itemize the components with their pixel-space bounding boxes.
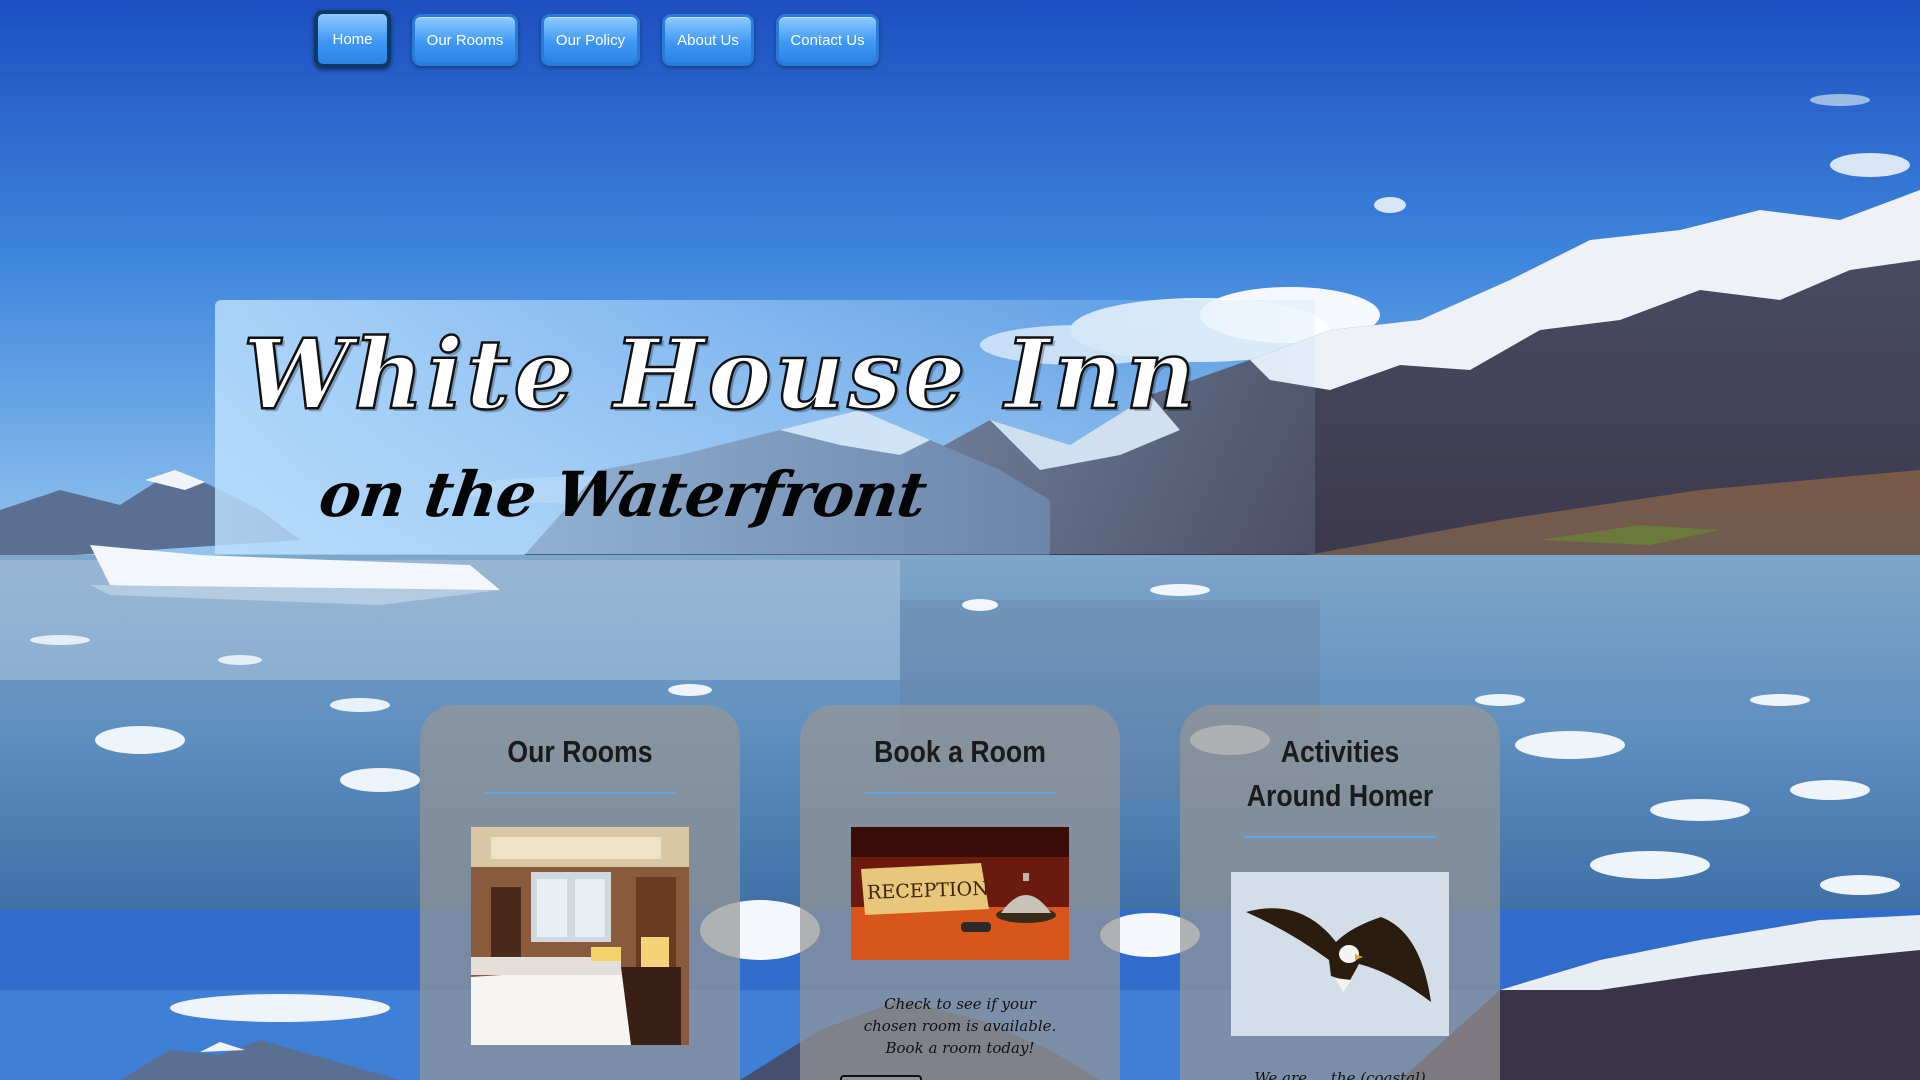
nav-about-us-button[interactable]: About Us	[662, 14, 754, 66]
nav-our-rooms-button[interactable]: Our Rooms	[412, 14, 518, 66]
card-book-a-room: Book a Room RECEPTION Check to see if yo…	[800, 705, 1120, 1080]
card-title-activities: Activities Around Homer	[1246, 734, 1434, 813]
nav-our-policy-button[interactable]: Our Policy	[541, 14, 640, 66]
card-divider	[485, 792, 675, 794]
reception-bell-photo[interactable]: RECEPTION	[851, 827, 1069, 960]
book-room-description: Check to see if your chosen room is avai…	[863, 995, 1057, 1057]
card-divider	[865, 792, 1055, 794]
hero-banner: White House Inn on the Waterfront	[215, 300, 1315, 554]
svg-text:RECEPTION: RECEPTION	[867, 878, 989, 904]
card-title-book-a-room: Book a Room	[874, 734, 1046, 769]
book-room-button[interactable]	[840, 1075, 922, 1080]
bald-eagle-photo[interactable]	[1231, 872, 1449, 1036]
card-activities: Activities Around Homer We are ... the (…	[1180, 705, 1500, 1080]
card-title-our-rooms: Our Rooms	[507, 734, 653, 769]
activities-description: We are ... the (coastal)	[1254, 1069, 1426, 1080]
nav-contact-us-button[interactable]: Contact Us	[776, 14, 879, 66]
nav-home-button[interactable]: Home	[314, 10, 391, 68]
card-divider	[1245, 836, 1435, 838]
site-title: White House Inn	[242, 317, 1199, 433]
site-subtitle: on the Waterfront	[314, 458, 931, 531]
hotel-room-photo[interactable]	[471, 827, 689, 1045]
card-our-rooms: Our Rooms	[420, 705, 740, 1080]
main-navigation: Home Our Rooms Our Policy About Us Conta…	[0, 10, 1920, 70]
